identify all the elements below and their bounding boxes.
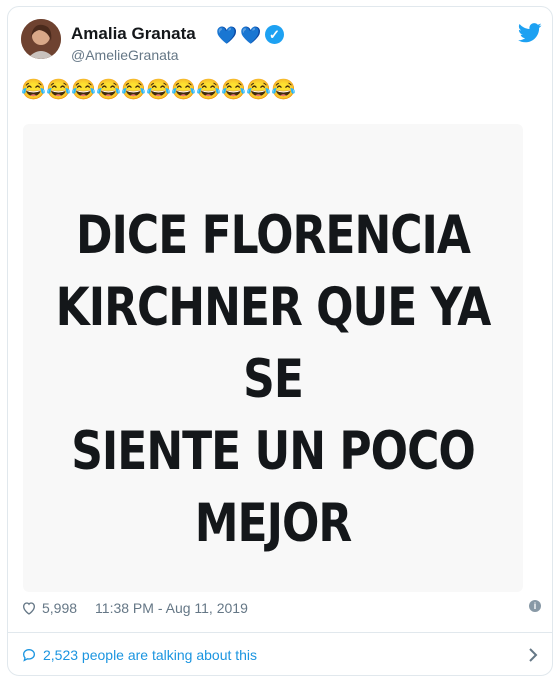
tears-of-joy-emoji: 😂 — [21, 79, 46, 101]
author-handle[interactable]: @AmelieGranata — [71, 47, 179, 63]
image-caption-line-1: DICE FLORENCIA — [76, 204, 471, 266]
info-icon[interactable]: i — [529, 600, 541, 612]
tears-of-joy-emoji: 😂 — [271, 79, 296, 101]
tweet-timestamp[interactable]: 11:38 PM - Aug 11, 2019 — [95, 600, 248, 616]
tweet-meta: 5,998 11:38 PM - Aug 11, 2019 — [21, 600, 248, 616]
tears-of-joy-emoji: 😂 — [221, 79, 246, 101]
author-name[interactable]: Amalia Granata — [71, 24, 196, 44]
heart-outline-icon[interactable] — [21, 600, 37, 616]
tears-of-joy-emoji: 😂 — [146, 79, 171, 101]
like-count[interactable]: 5,998 — [42, 600, 77, 616]
image-caption: DICE FLORENCIA KIRCHNER QUE YA SE SIENTE… — [23, 200, 523, 560]
conversation-label: 2,523 people are talking about this — [43, 647, 258, 663]
author-avatar[interactable] — [21, 19, 61, 59]
image-caption-line-4: MEJOR — [194, 492, 353, 554]
blue-heart-emoji-1: 💙 — [216, 26, 238, 45]
tweet-text: 😂 😂 😂 😂 😂 😂 😂 😂 😂 😂 😂 — [21, 78, 296, 103]
tears-of-joy-emoji: 😂 — [246, 79, 271, 101]
tears-of-joy-emoji: 😂 — [121, 79, 146, 101]
divider — [7, 632, 553, 633]
tweet-image[interactable]: DICE FLORENCIA KIRCHNER QUE YA SE SIENTE… — [23, 124, 523, 592]
image-caption-line-2: KIRCHNER QUE YA SE — [55, 276, 492, 410]
tears-of-joy-emoji: 😂 — [171, 79, 196, 101]
image-caption-line-3: SIENTE UN POCO — [71, 420, 476, 482]
tears-of-joy-emoji: 😂 — [46, 79, 71, 101]
chevron-right-icon[interactable] — [527, 647, 539, 663]
speech-bubble-icon — [22, 648, 36, 662]
blue-heart-emoji-2: 💙 — [240, 26, 262, 45]
verified-badge-icon: ✓ — [265, 25, 284, 44]
tears-of-joy-emoji: 😂 — [196, 79, 221, 101]
tears-of-joy-emoji: 😂 — [71, 79, 96, 101]
tears-of-joy-emoji: 😂 — [96, 79, 121, 101]
conversation-link[interactable]: 2,523 people are talking about this — [21, 647, 257, 663]
twitter-bird-icon[interactable] — [518, 23, 542, 43]
